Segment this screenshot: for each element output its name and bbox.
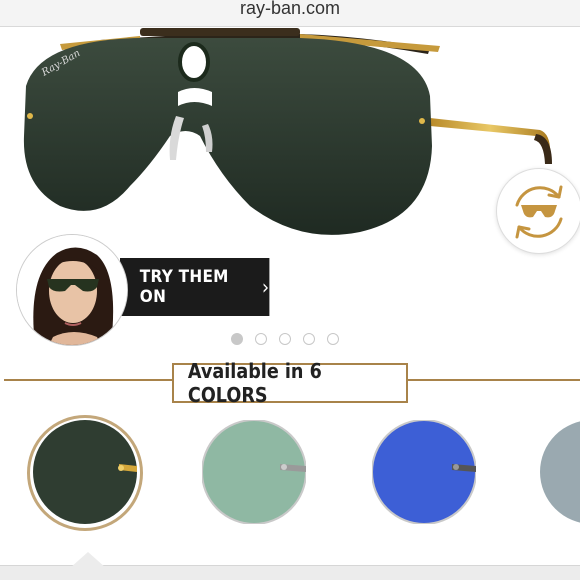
carousel-dot[interactable] [231, 333, 243, 345]
carousel-dot[interactable] [303, 333, 315, 345]
carousel-dot[interactable] [255, 333, 267, 345]
try-them-on[interactable]: TRY THEM ON › [16, 234, 286, 346]
model-face-thumbnail[interactable] [16, 234, 128, 346]
swatch-lens [540, 421, 580, 523]
color-swatch-light-green[interactable] [201, 419, 307, 529]
bottom-panel [0, 566, 580, 580]
model-portrait [17, 235, 127, 345]
carousel-dot[interactable] [279, 333, 291, 345]
try-them-on-button[interactable]: TRY THEM ON › [120, 258, 270, 316]
chevron-right-icon: › [261, 275, 270, 299]
color-swatch-grey-blue[interactable] [540, 420, 580, 529]
try-them-on-label: TRY THEM ON [139, 267, 229, 307]
rotate-glasses-icon [515, 185, 563, 239]
url-text: ray-ban.com [239, 0, 341, 18]
color-swatch-green[interactable] [33, 420, 137, 529]
swatch-lens [33, 420, 137, 524]
browser-address-bar[interactable]: ray-ban.com [0, 0, 580, 27]
color-swatch-blue[interactable] [371, 419, 477, 529]
available-colors-heading: Available in 6 COLORS [172, 359, 408, 407]
carousel-dot[interactable] [327, 333, 339, 345]
available-colors-text: Available in 6 COLORS [187, 359, 322, 407]
virtual-try-on-button[interactable] [496, 168, 580, 254]
swatch-lens [201, 419, 307, 525]
carousel-dots [231, 333, 341, 345]
swatch-lens [371, 419, 477, 525]
